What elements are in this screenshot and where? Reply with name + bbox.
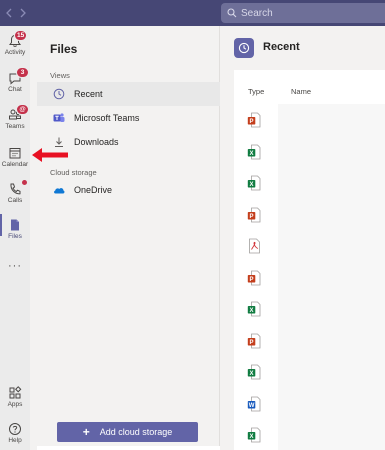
cloud-storage-section-label: Cloud storage <box>50 168 97 177</box>
teams-badge: @ <box>16 104 29 115</box>
title-bar: Search <box>0 0 385 26</box>
rail-label-files: Files <box>8 233 22 240</box>
nav-label-microsoft-teams: Microsoft Teams <box>74 113 140 123</box>
svg-text:P: P <box>250 276 254 282</box>
svg-text:X: X <box>250 150 254 156</box>
views-section-label: Views <box>50 71 70 80</box>
nav-label-downloads: Downloads <box>74 137 119 147</box>
type-column: P X X P P X P X W X <box>234 104 278 450</box>
red-annotation-arrow-icon <box>32 148 68 162</box>
svg-text:P: P <box>250 339 254 345</box>
files-title: Files <box>50 42 78 56</box>
plus-icon: + <box>82 425 90 439</box>
powerpoint-file-icon[interactable]: P <box>247 270 261 286</box>
search-placeholder: Search <box>241 7 273 19</box>
nav-item-microsoft-teams[interactable]: Microsoft Teams <box>37 106 220 130</box>
chat-badge: 3 <box>16 67 29 78</box>
nav-item-recent[interactable]: Recent <box>37 82 220 106</box>
calendar-icon <box>9 148 21 159</box>
powerpoint-file-icon[interactable]: P <box>247 112 261 128</box>
search-icon <box>227 8 237 18</box>
files-icon <box>11 219 19 231</box>
apps-icon <box>9 386 22 399</box>
clock-icon <box>53 88 65 100</box>
teams-logo-icon <box>53 113 65 122</box>
svg-text:P: P <box>250 213 254 219</box>
excel-file-icon[interactable]: X <box>247 427 261 443</box>
forward-arrow-icon[interactable] <box>16 4 30 22</box>
column-header-type[interactable]: Type <box>248 87 264 96</box>
recent-files-table: Type Name P X X P P X P X W X <box>234 70 385 450</box>
back-arrow-icon[interactable] <box>2 4 16 22</box>
rail-label-apps: Apps <box>7 401 23 408</box>
panel-footer <box>37 446 220 450</box>
files-sidebar: Files Views Recent Microsoft Teams Downl… <box>37 26 220 450</box>
rail-item-activity[interactable]: 15 Activity <box>0 30 30 56</box>
calls-notification-dot <box>22 180 27 185</box>
svg-text:X: X <box>250 434 254 440</box>
svg-text:X: X <box>250 371 254 377</box>
excel-file-icon[interactable]: X <box>247 301 261 317</box>
name-column-placeholder <box>278 104 385 450</box>
onedrive-icon <box>54 188 65 194</box>
excel-file-icon[interactable]: X <box>247 364 261 380</box>
rail-item-apps[interactable]: Apps <box>0 386 30 408</box>
add-cloud-storage-button[interactable]: + Add cloud storage <box>57 422 198 442</box>
excel-file-icon[interactable]: X <box>247 175 261 191</box>
powerpoint-file-icon[interactable]: P <box>247 333 261 349</box>
search-input[interactable]: Search <box>221 3 385 23</box>
app-bar: 15 Activity 3 Chat @ Teams Calendar Call… <box>0 26 30 450</box>
rail-item-calls[interactable]: Calls <box>0 180 30 204</box>
svg-text:P: P <box>250 119 254 125</box>
word-file-icon[interactable]: W <box>247 396 261 412</box>
rail-item-teams[interactable]: @ Teams <box>0 104 30 130</box>
rail-label-chat: Chat <box>8 86 22 93</box>
rail-label-help: Help <box>8 437 22 444</box>
recent-header-icon <box>234 38 254 58</box>
svg-text:X: X <box>250 308 254 314</box>
nav-label-onedrive: OneDrive <box>74 185 113 195</box>
pdf-file-icon[interactable] <box>247 238 261 254</box>
more-apps-button[interactable]: ··· <box>0 260 30 272</box>
phone-icon <box>10 183 21 195</box>
add-cloud-storage-label: Add cloud storage <box>99 427 173 437</box>
column-header-name[interactable]: Name <box>291 87 311 96</box>
rail-label-calendar: Calendar <box>1 161 29 168</box>
rail-item-calendar[interactable]: Calendar <box>0 146 30 168</box>
activity-badge: 15 <box>14 30 28 41</box>
rail-item-help[interactable]: Help <box>0 422 30 444</box>
svg-text:X: X <box>250 182 254 188</box>
clock-icon <box>238 42 250 54</box>
main-content: Recent Type Name P X X P P X P X W X <box>221 26 385 450</box>
excel-file-icon[interactable]: X <box>247 144 261 160</box>
rail-label-calls: Calls <box>7 197 23 204</box>
powerpoint-file-icon[interactable]: P <box>247 207 261 223</box>
help-icon <box>9 423 21 435</box>
nav-label-recent: Recent <box>74 89 103 99</box>
svg-text:W: W <box>249 402 255 408</box>
rail-label-teams: Teams <box>5 123 25 130</box>
rail-item-files[interactable]: Files <box>0 218 30 240</box>
rail-label-activity: Activity <box>4 49 26 56</box>
rail-item-chat[interactable]: 3 Chat <box>0 67 30 93</box>
more-icon: ··· <box>8 260 22 272</box>
page-title: Recent <box>263 41 300 53</box>
nav-item-onedrive[interactable]: OneDrive <box>37 178 220 202</box>
